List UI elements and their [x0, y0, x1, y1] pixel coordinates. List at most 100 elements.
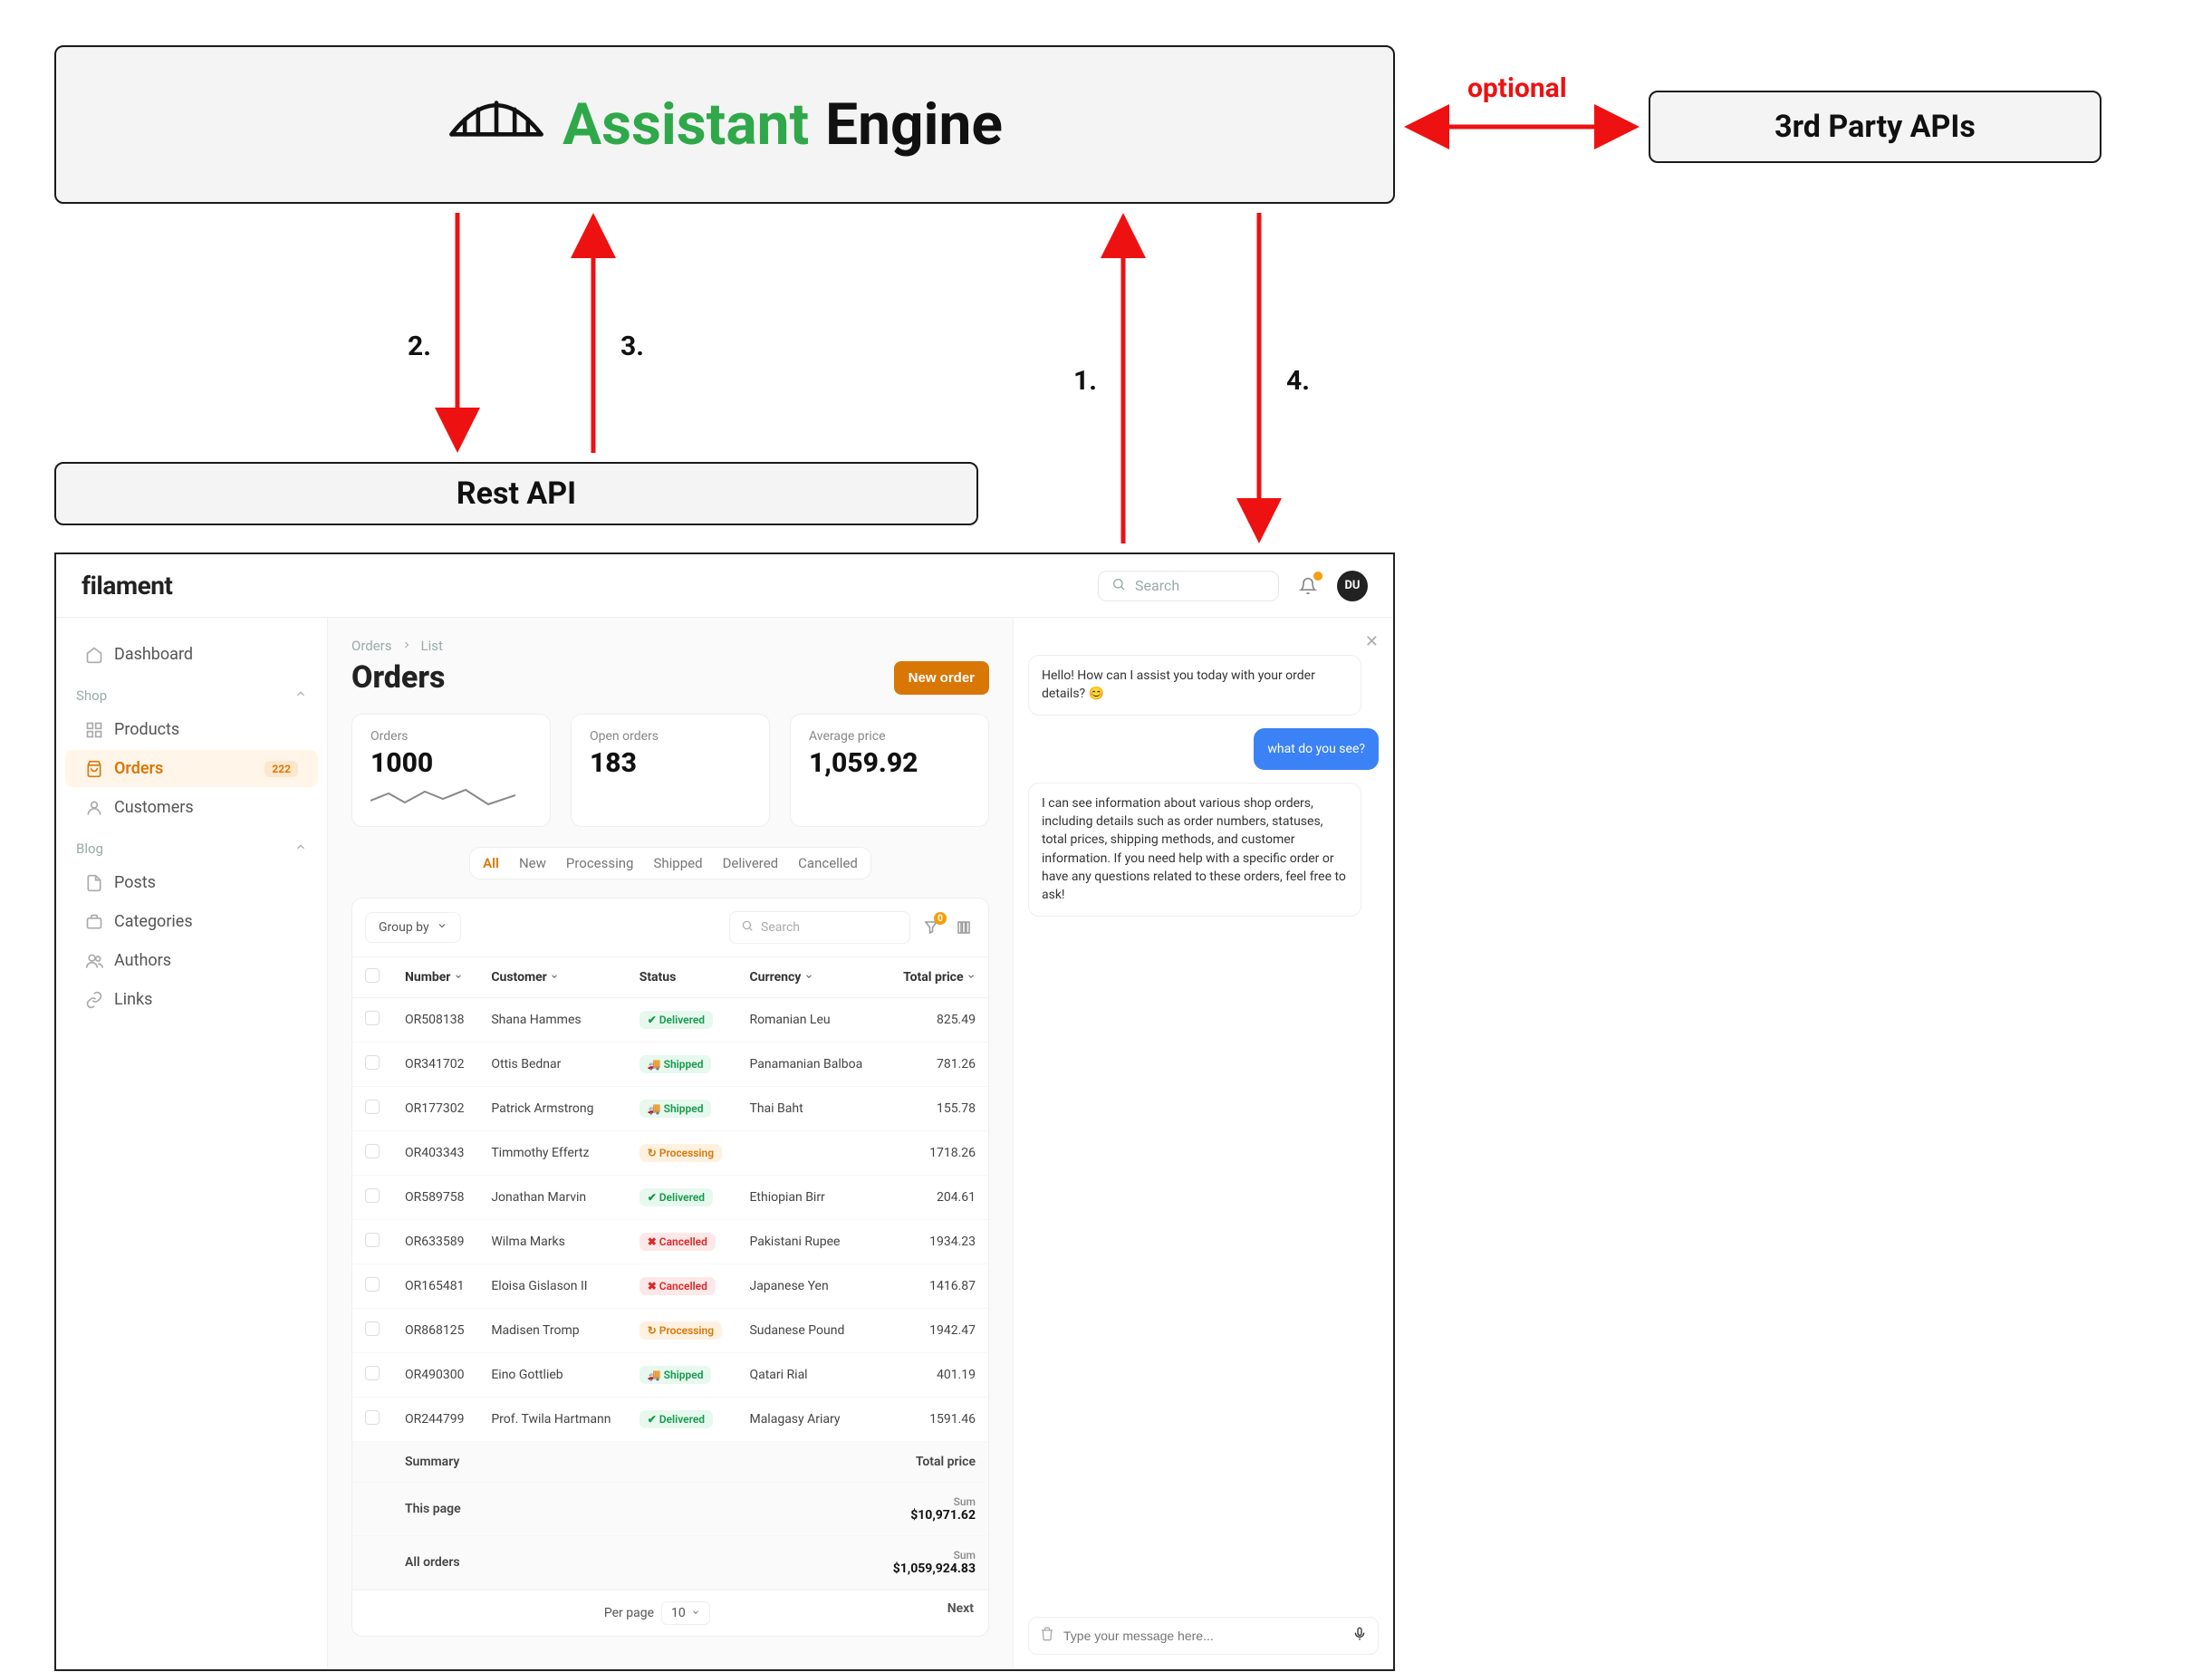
sidebar-item-orders[interactable]: Orders 222: [65, 750, 318, 787]
third-party-label: 3rd Party APIs: [1774, 109, 1976, 145]
user-avatar[interactable]: DU: [1337, 571, 1368, 601]
global-search[interactable]: Search: [1098, 571, 1279, 601]
cell-customer: Timmothy Effertz: [478, 1131, 626, 1176]
sidebar-item-posts[interactable]: Posts: [65, 864, 318, 901]
chevron-down-icon: [437, 920, 447, 935]
status-badge: ✔ Delivered: [640, 1011, 713, 1029]
filter-button[interactable]: 0: [919, 916, 943, 939]
sidebar-item-authors[interactable]: Authors: [65, 942, 318, 979]
status-badge: ↻ Processing: [640, 1144, 722, 1162]
table-search-placeholder: Search: [761, 920, 800, 935]
cell-total: 401.19: [878, 1353, 988, 1398]
group-by-dropdown[interactable]: Group by: [365, 912, 461, 943]
cell-number: OR633589: [392, 1220, 478, 1264]
main-content: Orders List Orders New order Orders 1000: [328, 618, 1013, 1669]
table-row[interactable]: OR633589Wilma Marks✖ CancelledPakistani …: [352, 1220, 988, 1264]
link-icon: [85, 991, 103, 1009]
tab-all[interactable]: All: [483, 855, 499, 871]
table-row[interactable]: OR490300Eino Gottlieb🚚 ShippedQatari Ria…: [352, 1353, 988, 1398]
col-number[interactable]: Number: [392, 957, 478, 998]
sidebar-item-label: Customers: [114, 798, 194, 817]
cell-status: ✔ Delivered: [627, 1398, 737, 1442]
trash-icon[interactable]: [1040, 1627, 1054, 1645]
bridge-icon: [447, 91, 546, 159]
table-row[interactable]: OR177302Patrick Armstrong🚚 ShippedThai B…: [352, 1087, 988, 1131]
arrow-1: [1110, 208, 1137, 548]
table-search[interactable]: Search: [729, 911, 910, 944]
sidebar-item-label: Dashboard: [114, 645, 193, 664]
cell-currency: [736, 1131, 878, 1176]
table-row[interactable]: OR589758Jonathan Marvin✔ DeliveredEthiop…: [352, 1176, 988, 1220]
tab-delivered[interactable]: Delivered: [723, 855, 779, 871]
third-party-apis-box: 3rd Party APIs: [1649, 91, 2101, 163]
label-3: 3.: [620, 331, 644, 362]
columns-button[interactable]: [952, 916, 976, 939]
row-checkbox[interactable]: [365, 1188, 380, 1203]
col-total[interactable]: Total price: [878, 957, 988, 998]
row-checkbox[interactable]: [365, 1277, 380, 1292]
chevron-down-icon: [967, 970, 976, 985]
sidebar-item-categories[interactable]: Categories: [65, 903, 318, 940]
chevron-down-icon: [804, 970, 813, 985]
cell-total: 1718.26: [878, 1131, 988, 1176]
cell-customer: Prof. Twila Hartmann: [478, 1398, 626, 1442]
this-page-label: This page: [392, 1483, 878, 1536]
row-checkbox[interactable]: [365, 1055, 380, 1070]
status-badge: 🚚 Shipped: [640, 1055, 712, 1073]
stat-label: Open orders: [590, 729, 751, 744]
sidebar-item-dashboard[interactable]: Dashboard: [65, 636, 318, 673]
crumb-orders[interactable]: Orders: [351, 638, 392, 654]
new-order-button[interactable]: New order: [894, 661, 989, 695]
close-icon[interactable]: ✕: [1365, 632, 1379, 651]
cell-status: ↻ Processing: [627, 1309, 737, 1353]
col-status[interactable]: Status: [627, 957, 737, 998]
col-currency[interactable]: Currency: [736, 957, 878, 998]
sidebar-item-label: Authors: [114, 951, 171, 970]
sparkline-icon: [370, 784, 515, 808]
rest-api-label: Rest API: [457, 476, 576, 512]
table-row[interactable]: OR403343Timmothy Effertz↻ Processing1718…: [352, 1131, 988, 1176]
table-row[interactable]: OR868125Madisen Tromp↻ ProcessingSudanes…: [352, 1309, 988, 1353]
cell-status: ↻ Processing: [627, 1131, 737, 1176]
sidebar-item-links[interactable]: Links: [65, 981, 318, 1018]
sidebar-item-products[interactable]: Products: [65, 711, 318, 748]
tab-shipped[interactable]: Shipped: [653, 855, 702, 871]
row-checkbox[interactable]: [365, 1011, 380, 1025]
cell-currency: Panamanian Balboa: [736, 1043, 878, 1087]
sidebar-item-customers[interactable]: Customers: [65, 789, 318, 826]
table-row[interactable]: OR508138Shana Hammes✔ DeliveredRomanian …: [352, 998, 988, 1043]
microphone-icon[interactable]: [1352, 1627, 1367, 1645]
tab-cancelled[interactable]: Cancelled: [798, 855, 858, 871]
per-page-select[interactable]: 10: [661, 1601, 710, 1625]
row-checkbox[interactable]: [365, 1100, 380, 1114]
tab-new[interactable]: New: [519, 855, 546, 871]
chat-input[interactable]: [1063, 1629, 1343, 1643]
row-checkbox[interactable]: [365, 1233, 380, 1247]
col-customer[interactable]: Customer: [478, 957, 626, 998]
cell-status: 🚚 Shipped: [627, 1353, 737, 1398]
cell-total: 1934.23: [878, 1220, 988, 1264]
sidebar-section-blog[interactable]: Blog: [56, 828, 327, 862]
cell-customer: Eloisa Gislason II: [478, 1264, 626, 1309]
summary-this-page-row: This page Sum$10,971.62: [352, 1483, 988, 1536]
summary-total-label: Total price: [878, 1442, 988, 1483]
notifications-button[interactable]: [1295, 573, 1321, 599]
row-checkbox[interactable]: [365, 1321, 380, 1336]
next-page-button[interactable]: Next: [947, 1601, 974, 1625]
cell-currency: Ethiopian Birr: [736, 1176, 878, 1220]
chat-input-row: [1028, 1617, 1379, 1655]
table-row[interactable]: OR165481Eloisa Gislason II✖ CancelledJap…: [352, 1264, 988, 1309]
row-checkbox[interactable]: [365, 1366, 380, 1380]
sidebar-section-shop[interactable]: Shop: [56, 675, 327, 709]
row-checkbox[interactable]: [365, 1410, 380, 1425]
row-checkbox[interactable]: [365, 1144, 380, 1158]
status-filter-tabs: All New Processing Shipped Delivered Can…: [469, 847, 871, 879]
cell-number: OR490300: [392, 1353, 478, 1398]
cell-total: 825.49: [878, 998, 988, 1043]
tab-processing[interactable]: Processing: [566, 855, 634, 871]
assistant-engine-logo: Assistant Engine: [447, 91, 1003, 159]
chevron-down-icon: [550, 970, 559, 985]
table-row[interactable]: OR341702Ottis Bednar🚚 ShippedPanamanian …: [352, 1043, 988, 1087]
select-all-checkbox[interactable]: [365, 968, 380, 983]
table-row[interactable]: OR244799Prof. Twila Hartmann✔ DeliveredM…: [352, 1398, 988, 1442]
